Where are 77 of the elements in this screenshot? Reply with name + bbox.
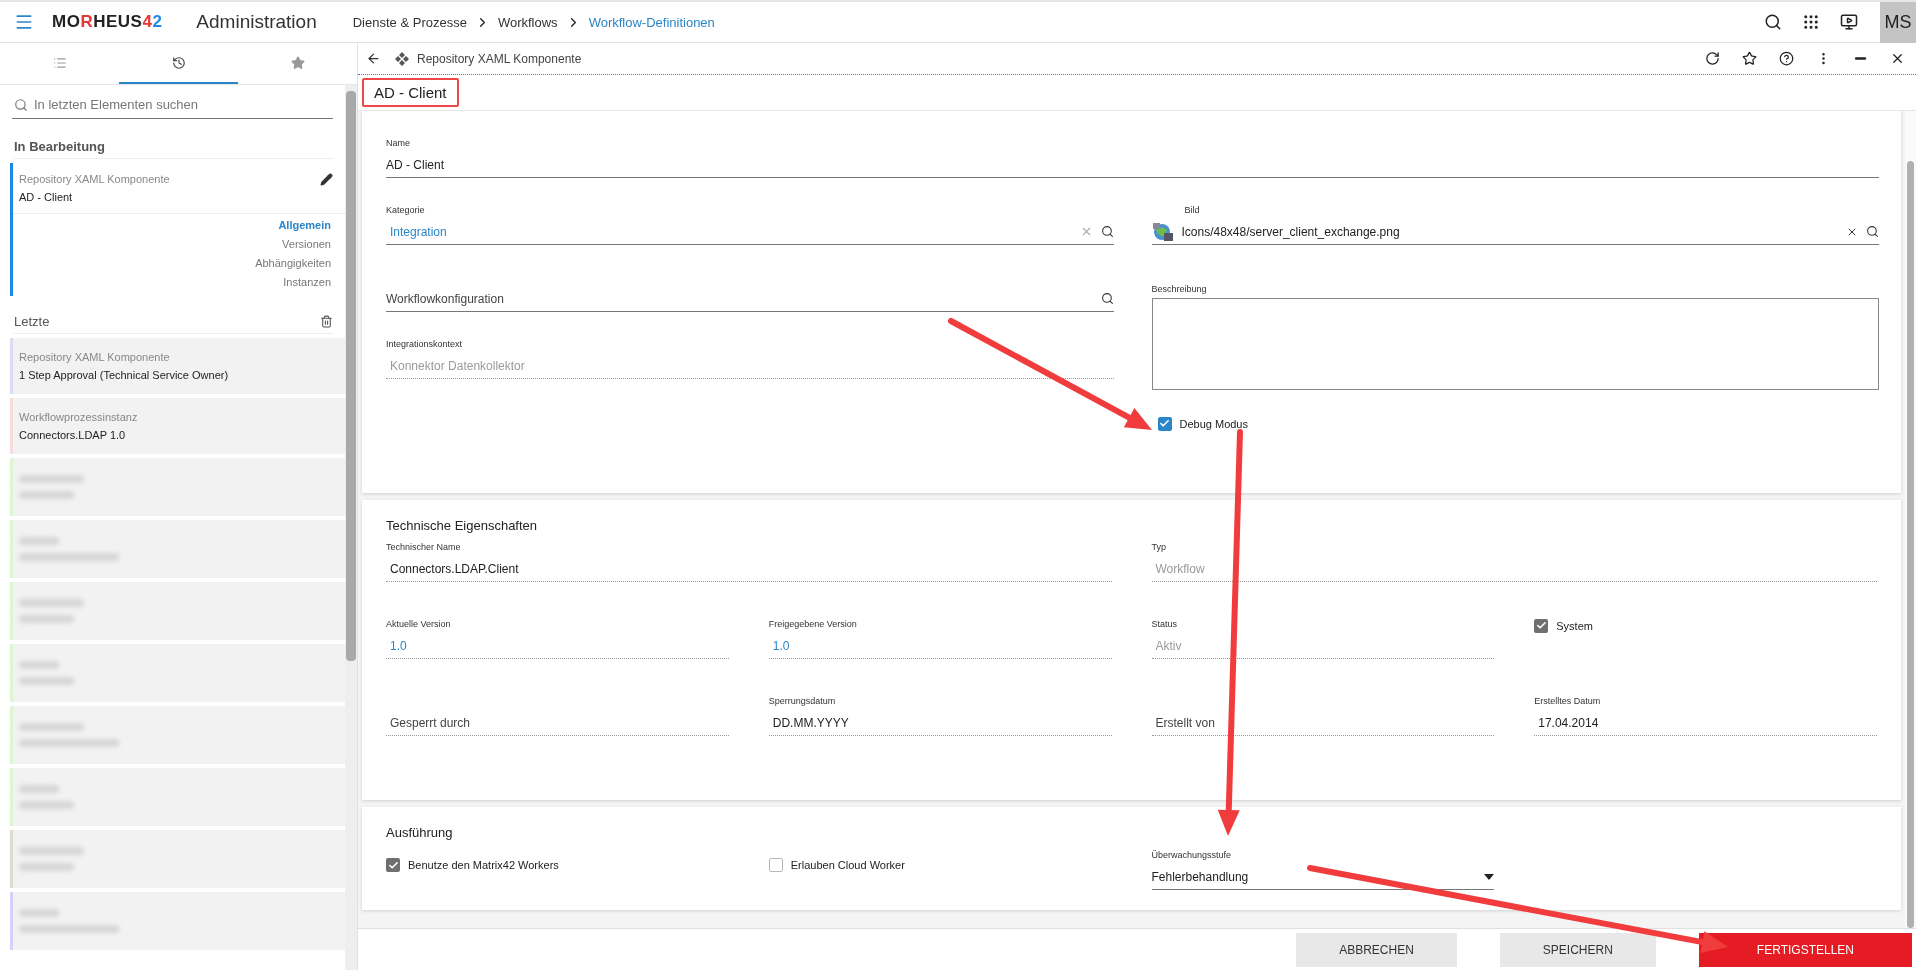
- input-field[interactable]: Integration: [386, 219, 1114, 245]
- field-label: Name: [386, 138, 410, 148]
- item-name: Connectors.LDAP 1.0: [19, 429, 127, 441]
- action-button[interactable]: SPEICHERN: [1499, 932, 1656, 967]
- input-field: 1.0: [768, 633, 1112, 659]
- field-label: Sperrungsdatum: [768, 696, 836, 706]
- field-label: Beschreibung: [1151, 284, 1207, 294]
- menu-icon[interactable]: [14, 12, 34, 32]
- scrollbar[interactable]: [345, 85, 357, 970]
- field-label: Überwachungsstufe: [1151, 850, 1232, 860]
- field-label: Status: [1151, 619, 1177, 629]
- nav-link[interactable]: Allgemein: [278, 218, 331, 233]
- input-field: Connectors.LDAP.Client: [386, 556, 1112, 582]
- star-icon: [290, 55, 305, 70]
- field-label: Bild: [1184, 205, 1200, 215]
- section-heading: Letzte: [14, 314, 50, 329]
- input-field: Aktiv: [1151, 633, 1495, 659]
- item-type: Repository XAML Komponente: [19, 351, 171, 363]
- list-icon: [52, 55, 67, 70]
- finish-button[interactable]: FERTIGSTELLEN: [1698, 932, 1912, 967]
- field-label: Freigegebene Version: [768, 619, 857, 629]
- diamonds-icon: [395, 51, 409, 66]
- action-button[interactable]: ABBRECHEN: [1296, 932, 1457, 967]
- field-label: Aktuelle Version: [386, 619, 451, 629]
- trash-icon[interactable]: [320, 315, 333, 328]
- nav-link[interactable]: Versionen: [282, 237, 331, 252]
- checkbox-label: Debug Modus: [1179, 417, 1248, 430]
- dropdown-caret-icon: [1484, 873, 1495, 880]
- nav-link[interactable]: Abhängigkeiten: [255, 256, 331, 271]
- input-field[interactable]: Workflowkonfiguration: [386, 286, 1114, 312]
- breadcrumb-link[interactable]: Dienste & Prozesse: [352, 14, 467, 30]
- select-field[interactable]: Fehlerbehandlung: [1151, 864, 1495, 890]
- input-field[interactable]: Icons/48x48/server_client_exchange.png: [1151, 219, 1879, 245]
- search-icon: [14, 98, 28, 112]
- field-label: Typ: [1151, 542, 1166, 552]
- breadcrumb-link[interactable]: Workflows: [497, 14, 558, 30]
- field-label: Kategorie: [386, 205, 425, 215]
- back-icon[interactable]: [366, 51, 381, 66]
- logo: MORHEUS42: [52, 12, 163, 32]
- globe-computer-icon: [1151, 220, 1174, 243]
- input-field: 17.04.2014: [1534, 710, 1877, 736]
- recent-item[interactable]: Workflowprozessinstanz Connectors.LDAP 1.0: [10, 398, 345, 454]
- input-field: Gesperrt durch: [386, 710, 729, 736]
- item-type: Repository XAML Komponente: [19, 173, 170, 185]
- section-heading: In Bearbeitung: [14, 139, 105, 154]
- search-field[interactable]: In letzten Elementen suchen: [12, 91, 333, 119]
- item-name: 1 Step Approval (Technical Service Owner): [19, 369, 230, 381]
- search-icon[interactable]: [1866, 225, 1879, 238]
- input-field: Workflow: [1151, 556, 1877, 582]
- input-field: Erstellt von: [1151, 710, 1495, 736]
- history-icon: [171, 55, 186, 70]
- nav-link[interactable]: Instanzen: [283, 275, 331, 290]
- field-label: Integrationskontext: [386, 339, 463, 349]
- input-field[interactable]: AD - Client: [386, 152, 1879, 178]
- section-title: Technische Eigenschaften: [386, 518, 539, 533]
- user-avatar[interactable]: MS: [1880, 1, 1916, 43]
- scrollbar[interactable]: [1905, 111, 1916, 928]
- checkbox-label: Benutze den Matrix42 Workers: [408, 859, 559, 871]
- field-label: Erstelltes Datum: [1534, 696, 1601, 706]
- search-icon[interactable]: [1100, 225, 1114, 238]
- record-type: Repository XAML Komponente: [417, 51, 583, 66]
- recent-item[interactable]: Repository XAML Komponente 1 Step Approval (Technical Service Owner): [10, 338, 345, 394]
- checkbox-label: Erlauben Cloud Worker: [790, 859, 905, 871]
- breadcrumb-link[interactable]: Workflow-Definitionen: [588, 14, 715, 30]
- item-name: AD - Client: [19, 191, 74, 203]
- search-icon[interactable]: [1100, 292, 1114, 305]
- input-field: DD.MM.YYYY: [768, 710, 1112, 736]
- app-title: Administration: [196, 11, 317, 33]
- section-title: Ausführung: [386, 825, 454, 840]
- checkbox-label: System: [1556, 619, 1593, 632]
- field-label: Technischer Name: [386, 542, 461, 552]
- description-field[interactable]: [1151, 298, 1879, 390]
- input-field: Konnektor Datenkollektor: [386, 353, 1114, 379]
- record-title: AD - Client: [362, 78, 459, 107]
- input-field: 1.0: [386, 633, 729, 659]
- item-type: Workflowprozessinstanz: [19, 411, 139, 423]
- checkbox[interactable]: [1157, 416, 1172, 431]
